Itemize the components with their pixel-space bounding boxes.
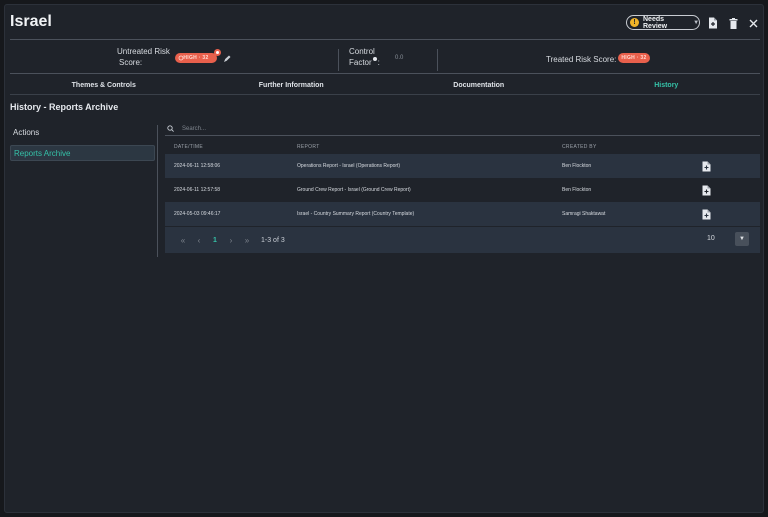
page-size-value[interactable]: 10 [707,235,715,242]
cell-created-by: Samragi Shaktawat [562,211,606,217]
sidebar-divider [157,125,158,257]
control-factor-value[interactable]: 0.0 [395,55,403,61]
column-header-datetime[interactable]: DATE/TIME [165,144,297,150]
cell-datetime: 2024-05-03 09:46:17 [174,211,221,217]
reports-table: DATE/TIME REPORT CREATED BY 2024-06-11 1… [165,140,760,226]
edit-pencil-icon[interactable] [223,55,231,63]
cell-report: Ground Crew Report - Israel (Ground Crew… [297,187,411,193]
document-export-icon [709,17,717,29]
treated-risk-value: HIGH · 32 [621,55,647,61]
control-factor-colon: : [377,58,380,67]
export-report-button[interactable] [707,16,719,30]
report-history-modal: Israel ! Needs Review ▼ Untreated Risk S… [4,4,764,513]
table-row[interactable]: 2024-05-03 09:46:17 Israel - Country Sum… [165,202,760,226]
tab-bar: Themes & Controls Further Information Do… [10,80,760,95]
first-page-button[interactable]: « [175,236,191,245]
table-row[interactable]: 2024-06-11 12:58:06 Operations Report - … [165,154,760,178]
pagination-range: 1-3 of 3 [261,236,285,244]
sidebar-item-reports-archive[interactable]: Reports Archive [10,145,155,161]
current-page-button[interactable]: 1 [207,237,223,244]
search-icon [167,125,174,132]
table-row[interactable]: 2024-06-11 12:57:58 Ground Crew Report -… [165,178,760,202]
section-title: History - Reports Archive [10,102,119,112]
pagination-bar: « ‹ 1 › » 1-3 of 3 10 ▼ [165,227,760,253]
modal-header: Israel ! Needs Review ▼ [5,5,763,41]
search-bar[interactable]: Search... [165,122,760,136]
control-factor-label: Control Factor: [349,46,380,68]
untreated-risk-label: Untreated Risk Score: [117,46,170,68]
untreated-risk-label-line2: Score: [119,58,143,67]
notification-dot [214,49,221,56]
cell-datetime: 2024-06-11 12:58:06 [174,163,221,169]
tab-documentation[interactable]: Documentation [385,80,573,95]
treated-risk-label: Treated Risk Score: [546,55,617,64]
download-report-icon[interactable] [702,209,711,220]
close-icon [749,19,757,27]
untreated-risk-value: HIGH · 32 [183,55,209,61]
column-header-created-by[interactable]: CREATED BY [562,144,694,150]
cell-report: Israel - Country Summary Report (Country… [297,211,415,217]
sidebar-item-actions[interactable]: Actions [10,125,155,141]
untreated-risk-label-line1: Untreated Risk [117,47,170,56]
next-page-button[interactable]: › [223,236,239,245]
close-button[interactable] [747,16,759,30]
delete-button[interactable] [727,16,739,30]
tab-themes-controls[interactable]: Themes & Controls [10,80,198,95]
control-factor-label-line1: Control [349,47,375,56]
tab-divider [10,94,760,95]
cell-datetime: 2024-06-11 12:57:58 [174,187,221,193]
download-report-icon[interactable] [702,161,711,172]
score-divider [10,73,760,74]
cell-created-by: Ben Flockton [562,187,592,193]
score-separator [437,49,438,71]
page-size-dropdown-button[interactable]: ▼ [735,232,749,246]
download-report-icon[interactable] [702,185,711,196]
cell-created-by: Ben Flockton [562,163,592,169]
status-dropdown[interactable]: ! Needs Review ▼ [626,15,700,30]
control-factor-label-line2: Factor [349,58,372,67]
score-separator [338,49,339,71]
risk-score-row: Untreated Risk Score: HIGH · 32 Control … [5,43,763,75]
table-header: DATE/TIME REPORT CREATED BY [165,140,760,154]
prev-page-button[interactable]: ‹ [191,236,207,245]
chevron-down-icon: ▼ [693,19,700,26]
trash-icon [729,17,737,29]
search-input[interactable]: Search... [182,126,206,132]
status-label: Needs Review [643,15,668,30]
exclamation-icon: ! [630,18,639,27]
history-sidebar: Actions Reports Archive [10,125,155,165]
tab-history[interactable]: History [572,80,761,95]
treated-risk-badge: HIGH · 32 [618,53,650,63]
cell-report: Operations Report - Israel (Operations R… [297,163,401,169]
tab-further-information[interactable]: Further Information [198,80,386,95]
link-icon [178,55,184,61]
chevron-down-icon: ▼ [739,236,745,242]
header-divider [10,39,760,40]
page-title: Israel [10,13,52,30]
info-dot-icon [372,57,377,61]
last-page-button[interactable]: » [239,236,255,245]
column-header-report[interactable]: REPORT [297,144,562,150]
